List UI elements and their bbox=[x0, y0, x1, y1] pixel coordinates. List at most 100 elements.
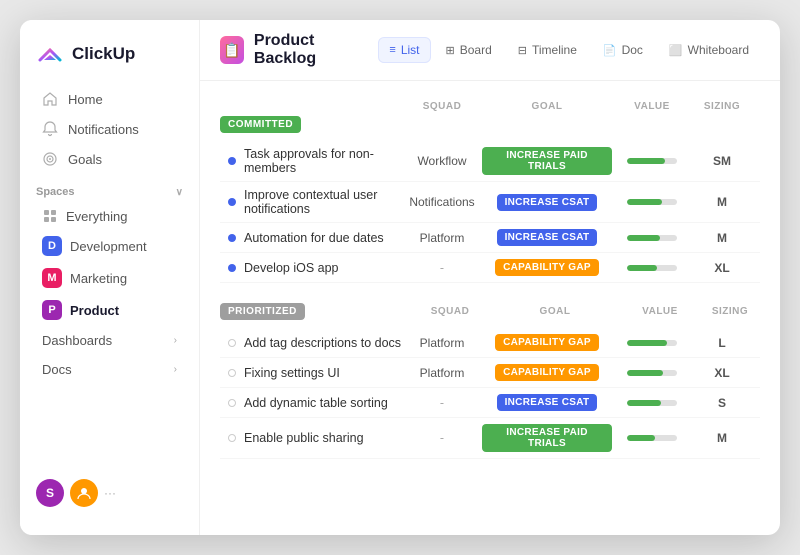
tab-doc[interactable]: 📄 Doc bbox=[592, 37, 654, 63]
avatar-2[interactable] bbox=[70, 479, 98, 507]
task-name: Task approvals for non-members bbox=[228, 147, 402, 175]
sidebar-item-docs[interactable]: Docs › bbox=[26, 355, 193, 384]
task-sizing: M bbox=[692, 231, 752, 245]
task-squad: Platform bbox=[402, 231, 482, 245]
task-squad: - bbox=[402, 396, 482, 410]
col-squad-2: SQUAD bbox=[410, 306, 490, 317]
tab-whiteboard[interactable]: ⬜ Whiteboard bbox=[658, 37, 760, 63]
squad-label: Platform bbox=[420, 366, 465, 380]
development-dot: D bbox=[42, 236, 62, 256]
everything-icon bbox=[42, 208, 58, 224]
task-goal: CAPABILITY GAP bbox=[482, 364, 612, 381]
col-sizing: SIZING bbox=[692, 101, 752, 112]
col-goal-2: GOAL bbox=[490, 306, 620, 317]
col-value: VALUE bbox=[612, 101, 692, 112]
tab-list[interactable]: ≡ List bbox=[378, 37, 430, 63]
task-value bbox=[612, 265, 692, 271]
sidebar-item-marketing[interactable]: M Marketing bbox=[26, 262, 193, 294]
section-badge-committed: COMMITTED bbox=[220, 116, 301, 133]
page-title: Product Backlog bbox=[254, 32, 363, 68]
task-dot bbox=[228, 264, 236, 272]
page-icon: 📋 bbox=[220, 36, 244, 64]
table-row[interactable]: Enable public sharing - INCREASE PAID TR… bbox=[220, 418, 760, 459]
task-name: Automation for due dates bbox=[228, 231, 402, 245]
task-sizing: XL bbox=[692, 261, 752, 275]
table-row[interactable]: Improve contextual user notifications No… bbox=[220, 182, 760, 223]
app-window: ClickUp Home Notifications Goals Spaces … bbox=[20, 20, 780, 535]
task-goal: INCREASE PAID TRIALS bbox=[482, 424, 612, 452]
table-row[interactable]: Automation for due dates Platform INCREA… bbox=[220, 223, 760, 253]
spaces-chevron[interactable]: ∨ bbox=[176, 187, 183, 198]
task-dot bbox=[228, 339, 236, 347]
task-dot bbox=[228, 198, 236, 206]
marketing-dot: M bbox=[42, 268, 62, 288]
task-dot bbox=[228, 157, 236, 165]
section-badge-prioritized: PRIORITIZED bbox=[220, 303, 305, 320]
section-prioritized: PRIORITIZED SQUAD GOAL VALUE SIZING Add … bbox=[220, 303, 760, 459]
task-goal: CAPABILITY GAP bbox=[482, 259, 612, 276]
sidebar-item-goals[interactable]: Goals bbox=[26, 144, 193, 174]
task-squad: Workflow bbox=[402, 154, 482, 168]
squad-dash: - bbox=[440, 396, 444, 410]
task-value bbox=[612, 435, 692, 441]
task-dot bbox=[228, 369, 236, 377]
sidebar-item-dashboards[interactable]: Dashboards › bbox=[26, 326, 193, 355]
view-tabs: ≡ List ⊞ Board ⊟ Timeline 📄 Doc ⬜ Whi bbox=[378, 37, 760, 63]
list-tab-icon: ≡ bbox=[389, 44, 395, 56]
goals-icon bbox=[42, 151, 58, 167]
sidebar-item-notifications[interactable]: Notifications bbox=[26, 114, 193, 144]
task-name: Add tag descriptions to docs bbox=[228, 336, 402, 350]
table-row[interactable]: Develop iOS app - CAPABILITY GAP XL bbox=[220, 253, 760, 283]
table-row[interactable]: Add tag descriptions to docs Platform CA… bbox=[220, 328, 760, 358]
whiteboard-tab-icon: ⬜ bbox=[669, 44, 683, 57]
task-name: Enable public sharing bbox=[228, 431, 402, 445]
page-title-area: 📋 Product Backlog bbox=[220, 32, 362, 68]
task-value bbox=[612, 400, 692, 406]
task-value bbox=[612, 199, 692, 205]
task-name: Improve contextual user notifications bbox=[228, 188, 402, 216]
task-goal: INCREASE CSAT bbox=[482, 194, 612, 211]
task-goal: CAPABILITY GAP bbox=[482, 334, 612, 351]
timeline-tab-icon: ⊟ bbox=[518, 44, 527, 57]
squad-label: Platform bbox=[420, 336, 465, 350]
product-dot: P bbox=[42, 300, 62, 320]
squad-dash: - bbox=[440, 261, 444, 275]
task-sizing: S bbox=[692, 396, 752, 410]
dashboards-chevron: › bbox=[174, 335, 177, 346]
sidebar-item-home[interactable]: Home bbox=[26, 84, 193, 114]
task-squad: Platform bbox=[402, 336, 482, 350]
spaces-section-label: Spaces ∨ bbox=[20, 174, 199, 202]
column-headers: SQUAD GOAL VALUE SIZING bbox=[220, 97, 760, 116]
sidebar-item-development[interactable]: D Development bbox=[26, 230, 193, 262]
table-row[interactable]: Add dynamic table sorting - INCREASE CSA… bbox=[220, 388, 760, 418]
col-sizing-2: SIZING bbox=[700, 306, 760, 317]
sidebar-item-product[interactable]: P Product bbox=[26, 294, 193, 326]
tab-board[interactable]: ⊞ Board bbox=[435, 37, 503, 63]
task-name: Develop iOS app bbox=[228, 261, 402, 275]
task-sizing: SM bbox=[692, 154, 752, 168]
sidebar: ClickUp Home Notifications Goals Spaces … bbox=[20, 20, 200, 535]
docs-chevron: › bbox=[174, 364, 177, 375]
squad-label: Platform bbox=[420, 231, 465, 245]
clickup-logo-icon bbox=[36, 40, 64, 68]
app-name: ClickUp bbox=[72, 44, 135, 64]
task-sizing: M bbox=[692, 195, 752, 209]
col-squad: SQUAD bbox=[402, 101, 482, 112]
task-sizing: L bbox=[692, 336, 752, 350]
sidebar-item-everything[interactable]: Everything bbox=[26, 202, 193, 230]
task-squad: Notifications bbox=[402, 195, 482, 209]
squad-label: Workflow bbox=[417, 154, 466, 168]
sidebar-bottom: S ··· bbox=[20, 467, 199, 519]
avatar-s[interactable]: S bbox=[36, 479, 64, 507]
col-goal: GOAL bbox=[482, 101, 612, 112]
table-row[interactable]: Fixing settings UI Platform CAPABILITY G… bbox=[220, 358, 760, 388]
avatar-expand[interactable]: ··· bbox=[104, 486, 116, 500]
task-value bbox=[612, 158, 692, 164]
content-area: SQUAD GOAL VALUE SIZING COMMITTED Task a… bbox=[200, 81, 780, 535]
tab-timeline[interactable]: ⊟ Timeline bbox=[507, 37, 588, 63]
task-dot bbox=[228, 434, 236, 442]
main-content: 📋 Product Backlog ≡ List ⊞ Board ⊟ Timel… bbox=[200, 20, 780, 535]
table-row[interactable]: Task approvals for non-members Workflow … bbox=[220, 141, 760, 182]
task-goal: INCREASE PAID TRIALS bbox=[482, 147, 612, 175]
task-sizing: M bbox=[692, 431, 752, 445]
